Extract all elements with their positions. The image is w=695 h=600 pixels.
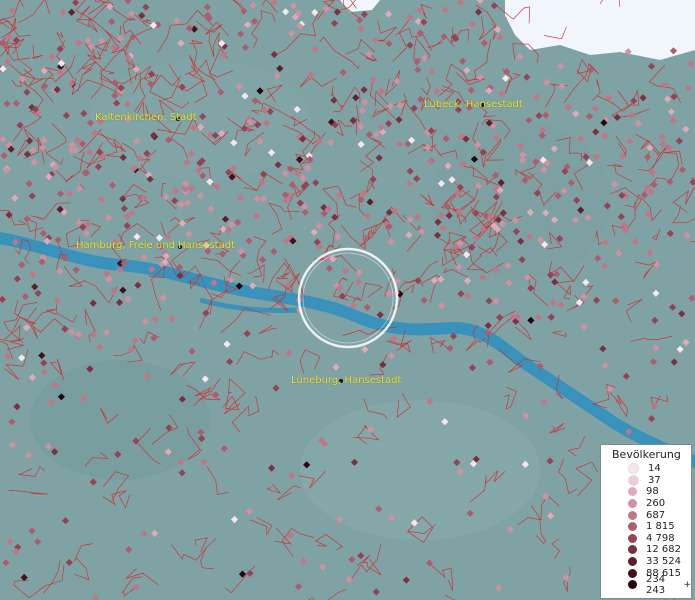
legend-rows: 14 37 98 260 687 1 815 4 798 12 682 33 524 88 615…	[601, 463, 691, 596]
legend-item: 33 524	[601, 556, 691, 568]
legend-label: 4 798	[646, 532, 675, 544]
city-label-hamburg[interactable]: Hamburg, Freie und Hansestadt	[76, 240, 235, 251]
legend-label: 687	[646, 509, 666, 521]
legend-swatch	[628, 580, 637, 590]
legend-item: 687	[601, 509, 691, 521]
legend-swatch	[628, 545, 637, 555]
legend-label: 234 243	[646, 573, 666, 596]
legend-item: 12 682	[601, 544, 691, 556]
legend-item: 234 243 +	[601, 574, 691, 596]
legend-swatch	[628, 533, 637, 543]
legend-label: 12 682	[646, 544, 681, 556]
legend-item: 14	[601, 463, 691, 475]
legend-label: 37	[648, 474, 661, 486]
legend-item: 37	[601, 474, 691, 487]
map-canvas[interactable]	[0, 0, 695, 600]
legend-label: 98	[646, 486, 659, 498]
population-legend: Bevölkerung 14 37 98 260 687 1 815 4 798 12 682…	[600, 444, 692, 599]
legend-label: 1 815	[646, 521, 675, 533]
legend-item: 1 815	[601, 521, 691, 533]
legend-label: 260	[646, 498, 666, 510]
legend-label: 33 524	[646, 556, 681, 568]
legend-item: 98	[601, 486, 691, 498]
legend-item: 4 798	[601, 533, 691, 545]
legend-swatch	[628, 499, 637, 509]
legend-swatch	[628, 487, 637, 497]
legend-swatch	[628, 568, 637, 578]
legend-swatch	[628, 557, 637, 567]
legend-title: Bevölkerung	[612, 448, 681, 461]
city-label-lueneburg[interactable]: Lüneburg, Hansestadt	[291, 375, 401, 386]
legend-plus-mark: +	[683, 579, 691, 590]
legend-item: 260	[601, 498, 691, 510]
legend-label: 14	[648, 463, 661, 475]
legend-swatch	[628, 510, 637, 520]
legend-swatch	[628, 522, 637, 532]
city-label-luebeck[interactable]: Lübeck, Hansestadt	[424, 99, 523, 110]
legend-swatch	[628, 463, 639, 475]
city-label-kaltenkirchen[interactable]: Kaltenkirchen, Stadt	[95, 112, 197, 123]
legend-swatch	[628, 474, 639, 486]
